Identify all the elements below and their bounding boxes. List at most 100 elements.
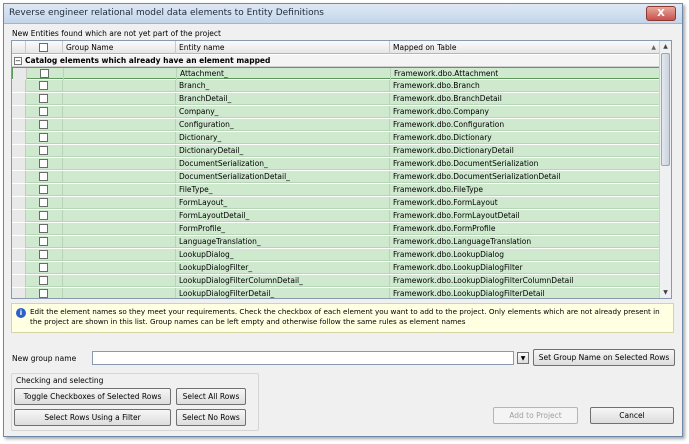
table-row[interactable]: Configuration_ Framework.dbo.Configuratio…: [12, 119, 660, 131]
entity-name-cell[interactable]: DictionaryDetail_: [176, 145, 390, 157]
row-header[interactable]: [12, 236, 26, 248]
group-name-cell[interactable]: [63, 210, 176, 222]
group-name-cell[interactable]: [63, 80, 176, 92]
select-rows-filter-button[interactable]: Select Rows Using a Filter: [14, 409, 171, 426]
table-row[interactable]: Company_ Framework.dbo.Company: [12, 106, 660, 118]
entity-name-cell[interactable]: DocumentSerialization_: [176, 158, 390, 170]
row-checkbox[interactable]: [39, 250, 48, 259]
row-checkbox[interactable]: [39, 94, 48, 103]
table-row[interactable]: LanguageTranslation_ Framework.dbo.Langua…: [12, 236, 660, 248]
group-name-cell[interactable]: [63, 249, 176, 261]
row-header[interactable]: [12, 145, 26, 157]
close-icon[interactable]: X: [646, 6, 676, 21]
entity-name-cell[interactable]: Company_: [176, 106, 390, 118]
row-checkbox[interactable]: [40, 69, 49, 78]
row-header[interactable]: [12, 197, 26, 209]
group-name-cell[interactable]: [63, 223, 176, 235]
group-name-cell[interactable]: [63, 236, 176, 248]
entity-name-cell[interactable]: FormProfile_: [176, 223, 390, 235]
group-row[interactable]: − Catalog elements which already have an…: [12, 55, 660, 67]
row-checkbox[interactable]: [39, 289, 48, 298]
row-header[interactable]: [12, 210, 26, 222]
group-name-cell[interactable]: [63, 132, 176, 144]
row-checkbox[interactable]: [39, 133, 48, 142]
select-no-rows-button[interactable]: Select No Rows: [176, 409, 246, 426]
group-name-cell[interactable]: [63, 288, 176, 298]
row-checkbox[interactable]: [39, 237, 48, 246]
entity-name-cell[interactable]: DocumentSerializationDetail_: [176, 171, 390, 183]
row-header[interactable]: [12, 184, 26, 196]
row-checkbox[interactable]: [39, 107, 48, 116]
group-name-cell[interactable]: [64, 68, 177, 80]
table-row[interactable]: FileType_ Framework.dbo.FileType: [12, 184, 660, 196]
group-name-cell[interactable]: [63, 184, 176, 196]
table-row[interactable]: DocumentSerialization_ Framework.dbo.Docu…: [12, 158, 660, 170]
row-checkbox[interactable]: [39, 159, 48, 168]
row-checkbox[interactable]: [39, 211, 48, 220]
row-checkbox[interactable]: [39, 224, 48, 233]
column-header-entity-name[interactable]: Entity name: [176, 41, 390, 54]
table-row[interactable]: LookupDialogFilterDetail_ Framework.dbo.L…: [12, 288, 660, 298]
row-checkbox[interactable]: [39, 146, 48, 155]
row-header[interactable]: [12, 132, 26, 144]
entity-name-cell[interactable]: LookupDialogFilterDetail_: [176, 288, 390, 298]
table-row[interactable]: DocumentSerializationDetail_ Framework.db…: [12, 171, 660, 183]
row-header[interactable]: [12, 262, 26, 274]
group-name-cell[interactable]: [63, 145, 176, 157]
row-header[interactable]: [13, 68, 27, 80]
group-name-cell[interactable]: [63, 119, 176, 131]
row-checkbox[interactable]: [39, 198, 48, 207]
entity-name-cell[interactable]: LookupDialog_: [176, 249, 390, 261]
select-all-rows-button[interactable]: Select All Rows: [176, 388, 246, 405]
entity-name-cell[interactable]: Configuration_: [176, 119, 390, 131]
set-group-name-button[interactable]: Set Group Name on Selected Rows: [533, 349, 675, 366]
row-checkbox[interactable]: [39, 276, 48, 285]
group-name-cell[interactable]: [63, 158, 176, 170]
group-name-cell[interactable]: [63, 262, 176, 274]
vertical-scrollbar[interactable]: ▲ ▼: [659, 41, 671, 298]
header-checkbox[interactable]: [39, 43, 48, 52]
row-checkbox[interactable]: [39, 172, 48, 181]
table-row[interactable]: FormLayoutDetail_ Framework.dbo.FormLayou…: [12, 210, 660, 222]
table-row[interactable]: DictionaryDetail_ Framework.dbo.Dictionar…: [12, 145, 660, 157]
column-header-group-name[interactable]: Group Name: [63, 41, 176, 54]
entity-name-cell[interactable]: LookupDialogFilterColumnDetail_: [176, 275, 390, 287]
table-row[interactable]: LookupDialogFilterColumnDetail_ Framework…: [12, 275, 660, 287]
entity-name-cell[interactable]: BranchDetail_: [176, 93, 390, 105]
row-header[interactable]: [12, 158, 26, 170]
row-header[interactable]: [12, 223, 26, 235]
row-header[interactable]: [12, 106, 26, 118]
row-header[interactable]: [12, 119, 26, 131]
table-row[interactable]: LookupDialogFilter_ Framework.dbo.LookupD…: [12, 262, 660, 274]
entity-name-cell[interactable]: Branch_: [176, 80, 390, 92]
row-header[interactable]: [12, 249, 26, 261]
group-name-cell[interactable]: [63, 275, 176, 287]
entity-name-cell[interactable]: Attachment_: [177, 68, 391, 80]
row-checkbox[interactable]: [39, 120, 48, 129]
table-row[interactable]: LookupDialog_ Framework.dbo.LookupDialog: [12, 249, 660, 261]
group-name-cell[interactable]: [63, 106, 176, 118]
cancel-button[interactable]: Cancel: [590, 407, 674, 424]
row-checkbox[interactable]: [39, 81, 48, 90]
table-row[interactable]: Branch_ Framework.dbo.Branch: [12, 80, 660, 92]
entity-name-cell[interactable]: FormLayoutDetail_: [176, 210, 390, 222]
collapse-icon[interactable]: −: [14, 57, 22, 65]
table-row[interactable]: FormProfile_ Framework.dbo.FormProfile: [12, 223, 660, 235]
chevron-down-icon[interactable]: ▼: [517, 352, 529, 364]
entity-name-cell[interactable]: Dictionary_: [176, 132, 390, 144]
scroll-thumb[interactable]: [661, 53, 670, 166]
row-checkbox[interactable]: [39, 263, 48, 272]
group-name-input[interactable]: [92, 351, 514, 365]
row-header[interactable]: [12, 171, 26, 183]
entity-name-cell[interactable]: LanguageTranslation_: [176, 236, 390, 248]
row-checkbox[interactable]: [39, 185, 48, 194]
title-bar[interactable]: Reverse engineer relational model data e…: [4, 4, 682, 24]
scroll-down-icon[interactable]: ▼: [660, 287, 671, 298]
row-header[interactable]: [12, 275, 26, 287]
toggle-checkboxes-button[interactable]: Toggle Checkboxes of Selected Rows: [14, 388, 171, 405]
entity-name-cell[interactable]: FileType_: [176, 184, 390, 196]
table-row[interactable]: Attachment_ Framework.dbo.Attachment: [12, 67, 660, 80]
row-header[interactable]: [12, 288, 26, 298]
table-row[interactable]: BranchDetail_ Framework.dbo.BranchDetail: [12, 93, 660, 105]
group-name-cell[interactable]: [63, 171, 176, 183]
